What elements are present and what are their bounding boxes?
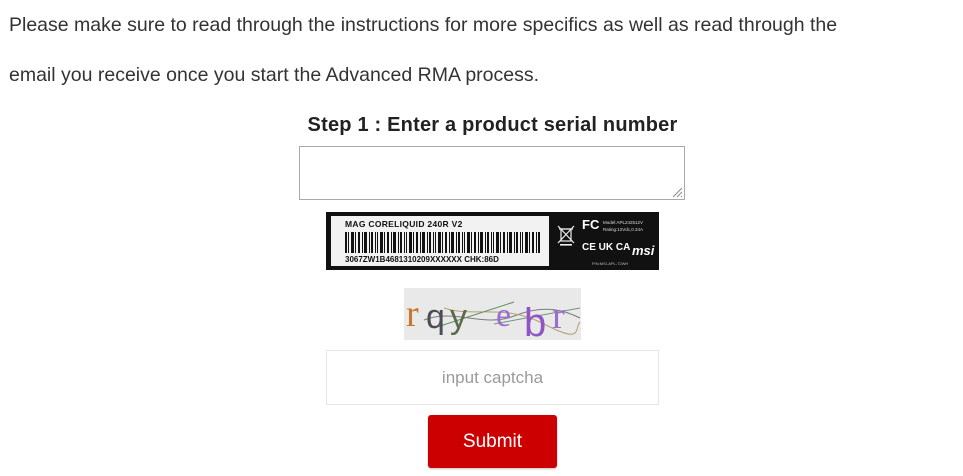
- serial-number-input[interactable]: [299, 146, 685, 200]
- instructions-text: Please make sure to read through the ins…: [9, 0, 959, 100]
- label-cert-panel: FC Model:APL242512V Rating:12Vdc,0.34A C…: [553, 212, 659, 270]
- step-1-title: Step 1 : Enter a product serial number: [307, 114, 678, 136]
- product-label-image: MAG CORELIQUID 240R V2 3067ZW1B468131020…: [326, 212, 659, 270]
- captcha-char-5: b: [524, 301, 546, 340]
- captcha-input[interactable]: [326, 350, 659, 405]
- captcha-char-6: r: [552, 295, 565, 337]
- captcha-image[interactable]: r q y e b r: [404, 288, 581, 340]
- captcha-char-2: q: [426, 298, 445, 336]
- label-part-code: P/N:MSI-APL-72WH: [592, 261, 629, 266]
- captcha-char-3: y: [450, 298, 467, 336]
- instructions-line-1: Please make sure to read through the ins…: [9, 14, 838, 36]
- label-sticker: MAG CORELIQUID 240R V2 3067ZW1B468131020…: [331, 216, 549, 266]
- label-serial-text: 3067ZW1B4681310209XXXXXX CHK:86D: [345, 255, 499, 264]
- captcha-char-4: e: [496, 297, 511, 334]
- captcha-char-1: r: [406, 293, 419, 335]
- resize-grip-icon[interactable]: [671, 186, 683, 198]
- rma-page: Please make sure to read through the ins…: [0, 0, 963, 476]
- label-spec-model: Model:APL242512V: [603, 220, 644, 225]
- cert-marks: CE UK CA: [582, 242, 631, 253]
- barcode-image: [345, 232, 540, 253]
- msi-logo: msi: [632, 243, 655, 258]
- submit-button[interactable]: Submit: [428, 415, 557, 468]
- label-model-text: MAG CORELIQUID 240R V2: [345, 219, 463, 229]
- weee-bin-icon: [557, 225, 575, 246]
- instructions-line-2: email you receive once you start the Adv…: [9, 64, 540, 86]
- fc-logo: FC: [582, 217, 600, 232]
- label-spec-rating: Rating:12Vdc,0.34A: [603, 227, 644, 232]
